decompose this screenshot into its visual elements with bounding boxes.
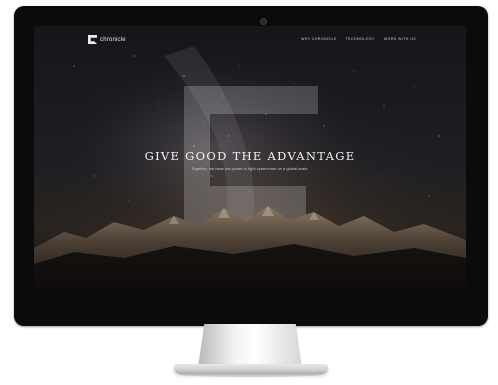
webcam-icon — [260, 18, 267, 25]
site-navbar: chronicle WHY CHRONICLE TECHNOLOGY WORK … — [34, 26, 466, 52]
monitor-mockup: chronicle WHY CHRONICLE TECHNOLOGY WORK … — [0, 0, 498, 385]
nav-link-technology[interactable]: TECHNOLOGY — [346, 37, 375, 41]
monitor-screen: chronicle WHY CHRONICLE TECHNOLOGY WORK … — [34, 26, 466, 298]
monitor-stand-neck — [198, 324, 302, 368]
hero-title: GIVE GOOD THE ADVANTAGE — [144, 149, 356, 163]
hero-subtitle: Together, we have the power to fight cyb… — [191, 166, 309, 171]
chronicle-logo-icon — [88, 35, 97, 44]
nav-link-why-chronicle[interactable]: WHY CHRONICLE — [301, 37, 337, 41]
site-logo[interactable]: chronicle — [88, 35, 126, 44]
nav-links: WHY CHRONICLE TECHNOLOGY WORK WITH US — [301, 37, 416, 41]
monitor-stand-base — [174, 364, 328, 374]
nav-link-work-with-us[interactable]: WORK WITH US — [384, 37, 416, 41]
brand-name: chronicle — [100, 36, 126, 43]
